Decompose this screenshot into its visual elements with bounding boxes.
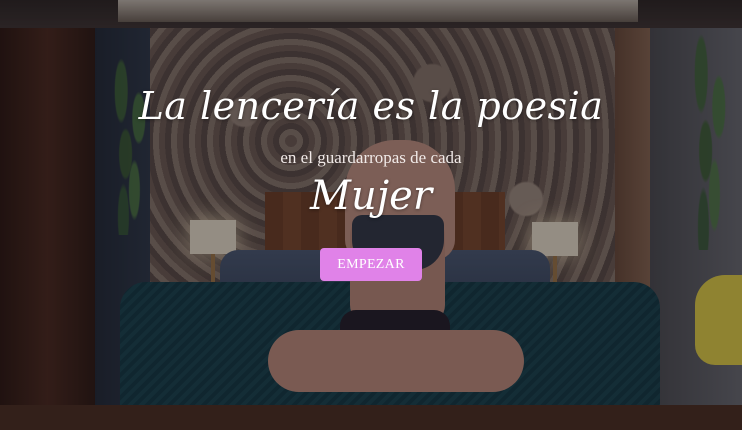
hero-subline: en el guardarropas de cada xyxy=(280,148,462,167)
empezar-button[interactable]: EMPEZAR xyxy=(320,248,422,281)
hero-big-word: Mujer xyxy=(310,173,432,219)
hero-content: La lencería es la poesia en el guardarro… xyxy=(0,0,742,430)
hero-section: La lencería es la poesia en el guardarro… xyxy=(0,0,742,430)
hero-headline: La lencería es la poesia xyxy=(138,84,604,128)
